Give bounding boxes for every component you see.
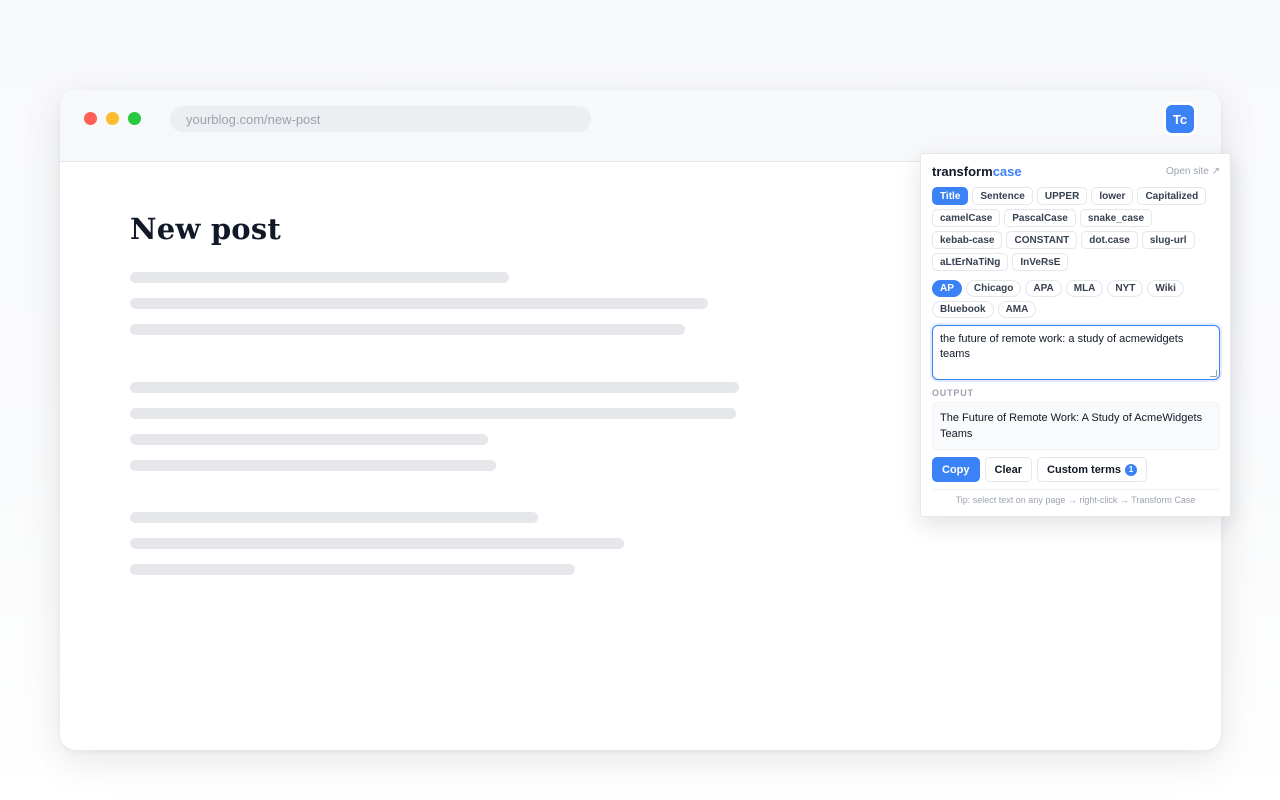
style-option-chicago[interactable]: Chicago: [965, 280, 1022, 297]
popup-brand: transformcase: [932, 164, 1022, 179]
style-option-ap[interactable]: AP: [932, 280, 962, 297]
case-option-snake-case[interactable]: snake_case: [1079, 209, 1153, 227]
usage-tip: Tip: select text on any page → right-cli…: [955, 495, 1196, 505]
extension-icon[interactable]: Tc: [1166, 105, 1194, 133]
case-option-dot-case[interactable]: dot.case: [1081, 231, 1138, 249]
transformcase-popup: transformcase Open site ↗ Title Sentence U…: [920, 153, 1231, 517]
case-option-sentence[interactable]: Sentence: [972, 187, 1033, 205]
case-option-slug-url[interactable]: slug-url: [1141, 231, 1195, 249]
output-label: OUTPUT: [932, 388, 974, 398]
case-option-constant[interactable]: CONSTANT: [1006, 231, 1078, 249]
text-placeholder-line: [130, 272, 509, 283]
action-buttons: Copy Clear Custom terms 1: [932, 457, 1147, 482]
custom-terms-count-badge: 1: [1125, 463, 1137, 476]
tip-divider: [932, 489, 1220, 490]
text-placeholder-line: [130, 298, 708, 309]
case-option-kebab-case[interactable]: kebab-case: [932, 231, 1003, 249]
resize-handle-icon[interactable]: [1210, 370, 1217, 377]
input-textarea[interactable]: the future of remote work: a study of ac…: [932, 325, 1220, 380]
minimize-window-button[interactable]: [106, 112, 119, 125]
maximize-window-button[interactable]: [128, 112, 141, 125]
clear-button-label: Clear: [994, 463, 1023, 476]
text-placeholder-line: [130, 512, 538, 523]
case-option-upper[interactable]: UPPER: [1036, 187, 1088, 205]
address-bar[interactable]: yourblog.com/new-post: [170, 106, 591, 132]
text-placeholder-line: [130, 324, 685, 335]
style-option-nyt[interactable]: NYT: [1107, 280, 1144, 297]
style-option-mla[interactable]: MLA: [1065, 280, 1104, 297]
case-options: Title Sentence UPPER lower Capitalized camelC…: [932, 187, 1220, 271]
style-option-apa[interactable]: APA: [1025, 280, 1062, 297]
case-option-capitalized[interactable]: Capitalized: [1137, 187, 1207, 205]
style-option-wiki[interactable]: Wiki: [1147, 280, 1184, 297]
custom-terms-button[interactable]: Custom terms 1: [1037, 457, 1147, 482]
extension-icon-label: Tc: [1172, 111, 1188, 127]
page-title: New post: [130, 212, 281, 246]
style-option-bluebook[interactable]: Bluebook: [932, 301, 994, 318]
text-placeholder-line: [130, 460, 496, 471]
case-option-title[interactable]: Title: [932, 187, 969, 205]
case-option-alternating[interactable]: aLtErNaTiNg: [932, 253, 1009, 271]
text-placeholder-line: [130, 564, 575, 575]
text-placeholder-line: [130, 434, 488, 445]
output-box: The Future of Remote Work: A Study of Ac…: [932, 402, 1220, 450]
close-window-button[interactable]: [84, 112, 97, 125]
copy-button-label: Copy: [942, 463, 970, 476]
custom-terms-label: Custom terms: [1047, 463, 1121, 476]
copy-button[interactable]: Copy: [932, 457, 980, 482]
case-option-inverse[interactable]: InVeRsE: [1012, 253, 1069, 271]
input-text: the future of remote work: a study of ac…: [940, 333, 1184, 360]
style-guide-options: AP Chicago APA MLA NYT Wiki Bluebook AMA: [932, 280, 1220, 318]
text-placeholder-line: [130, 538, 624, 549]
output-text: The Future of Remote Work: A Study of Ac…: [940, 412, 1203, 440]
browser-toolbar: yourblog.com/new-post Tc: [60, 90, 1221, 162]
style-option-ama[interactable]: AMA: [997, 301, 1037, 318]
case-option-lower[interactable]: lower: [1091, 187, 1134, 205]
text-placeholder-line: [130, 408, 736, 419]
brand-main: transform: [932, 164, 993, 179]
open-site-link[interactable]: Open site ↗: [1166, 166, 1220, 177]
brand-accent: case: [992, 164, 1022, 179]
case-option-camelcase[interactable]: camelCase: [932, 209, 1001, 227]
text-placeholder-line: [130, 382, 739, 393]
clear-button[interactable]: Clear: [984, 457, 1033, 482]
address-bar-url: yourblog.com/new-post: [186, 111, 321, 127]
case-option-pascalcase[interactable]: PascalCase: [1004, 209, 1076, 227]
